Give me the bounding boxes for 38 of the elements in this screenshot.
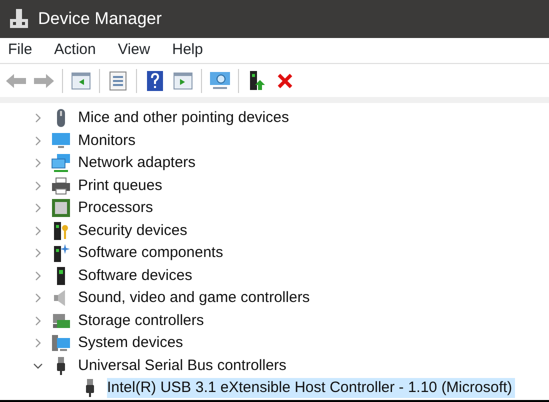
tree-item[interactable]: Intel(R) USB 3.1 eXtensible Host Controller - 1.10 (Microsoft) xyxy=(107,378,516,398)
expand-chevron-icon[interactable] xyxy=(33,113,43,124)
expand-chevron-icon[interactable] xyxy=(33,203,43,214)
tree-item[interactable]: Print queues xyxy=(78,176,166,196)
processor-icon xyxy=(51,198,71,218)
device-manager-icon xyxy=(8,8,30,30)
expand-chevron-icon[interactable] xyxy=(33,316,43,326)
menu-item[interactable]: Action xyxy=(54,39,96,62)
security-icon xyxy=(51,220,71,241)
network-icon xyxy=(51,153,71,174)
menu-item[interactable]: View xyxy=(118,39,150,62)
tree-item[interactable]: Software devices xyxy=(78,266,196,286)
tree-item[interactable]: Mice and other pointing devices xyxy=(78,108,292,128)
menu-item[interactable]: File xyxy=(8,39,32,62)
expand-chevron-icon[interactable] xyxy=(33,226,43,236)
tree-item[interactable]: Software components xyxy=(78,243,226,264)
tree-item[interactable]: Monitors xyxy=(78,130,139,151)
window-title: Device Manager xyxy=(38,8,162,30)
expand-chevron-icon[interactable] xyxy=(33,338,43,348)
component-icon xyxy=(51,243,71,264)
collapse-chevron-icon[interactable] xyxy=(33,360,43,371)
printer-icon xyxy=(51,176,71,196)
expand-chevron-icon[interactable] xyxy=(33,158,43,168)
expand-chevron-icon[interactable] xyxy=(33,248,43,258)
expand-chevron-icon[interactable] xyxy=(33,180,43,191)
tree-item[interactable]: Universal Serial Bus controllers xyxy=(78,356,290,376)
tree-item[interactable]: System devices xyxy=(78,333,186,354)
tree-item[interactable]: Processors xyxy=(78,198,156,218)
expand-chevron-icon[interactable] xyxy=(33,270,43,281)
menu-item[interactable]: Help xyxy=(172,39,203,62)
tree-item[interactable]: Network adapters xyxy=(78,153,199,174)
expand-chevron-icon[interactable] xyxy=(33,293,43,304)
tree-item[interactable]: Sound, video and game controllers xyxy=(78,288,313,308)
computer-icon xyxy=(51,333,71,354)
tree-item[interactable]: Storage controllers xyxy=(78,310,207,331)
tree-item[interactable]: Security devices xyxy=(78,220,190,241)
expand-chevron-icon[interactable] xyxy=(33,136,43,146)
monitor-icon xyxy=(51,130,71,151)
